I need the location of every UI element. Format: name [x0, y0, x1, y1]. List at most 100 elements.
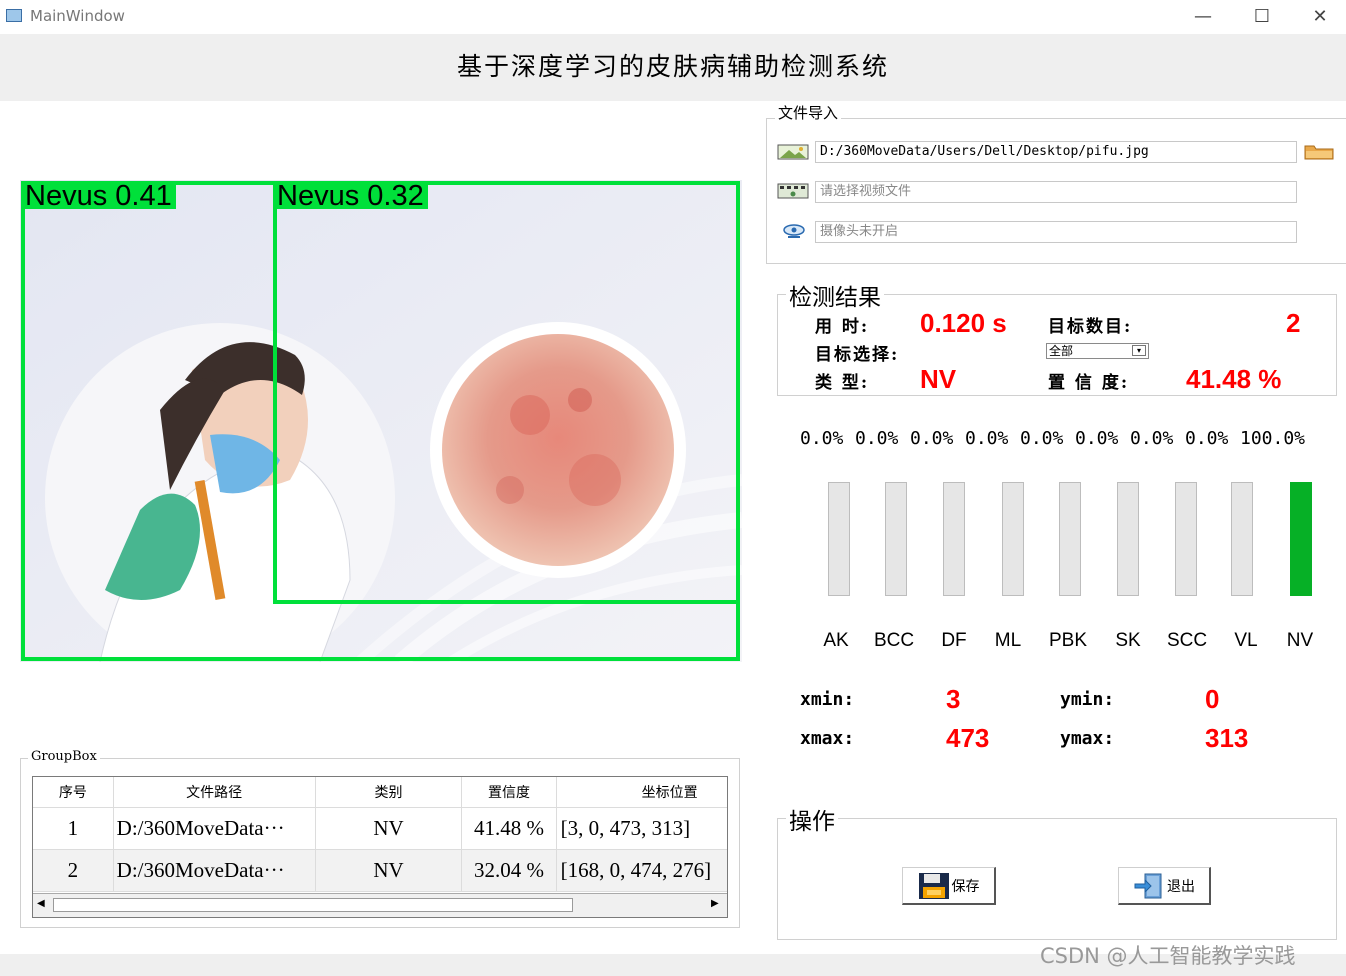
table-cell[interactable]: 32.04 %: [461, 849, 557, 892]
confidence-label: 置 信 度:: [1048, 373, 1130, 393]
table-group-title: GroupBox: [28, 749, 100, 764]
detection-label-2: Nevus 0.32: [273, 182, 428, 211]
operations-group: [777, 818, 1337, 940]
file-import-title: 文件导入: [775, 102, 842, 123]
probability-bar-pbk: [1059, 482, 1081, 596]
table-cell[interactable]: NV: [315, 849, 463, 892]
exit-button[interactable]: 退出: [1118, 867, 1211, 905]
target-count-value: 2: [1286, 308, 1301, 338]
probability-text-ak: 0.0%: [800, 428, 844, 449]
class-label-ml: ML: [994, 630, 1022, 651]
operations-title: 操作: [786, 802, 838, 836]
window-title: MainWindow: [30, 7, 125, 25]
time-value: 0.120 s: [920, 308, 1007, 338]
results-table-container: 序号 文件路径 类别 置信度 坐标位置 1 D:/360MoveData··· …: [32, 776, 728, 918]
class-label-sk: SK: [1115, 630, 1141, 651]
video-path-field[interactable]: 请选择视频文件: [815, 181, 1297, 203]
time-label: 用 时:: [815, 317, 870, 337]
video-icon[interactable]: [777, 183, 809, 203]
probability-bar-vl: [1231, 482, 1253, 596]
probability-text-bcc: 0.0%: [855, 428, 899, 449]
type-label: 类 型:: [815, 373, 870, 393]
table-cell[interactable]: 41.48 %: [461, 807, 557, 850]
class-label-bcc: BCC: [873, 630, 915, 651]
probability-bar-df: [943, 482, 965, 596]
window-titlebar: [0, 0, 1346, 34]
save-icon: [918, 872, 949, 899]
table-cell[interactable]: NV: [315, 807, 463, 850]
maximize-button[interactable]: ☐: [1233, 2, 1291, 32]
probability-bar-scc: [1175, 482, 1197, 596]
app-icon: [6, 9, 22, 22]
xmax-value: 473: [946, 723, 990, 753]
xmax-label: xmax:: [800, 728, 855, 749]
table-cell[interactable]: [3, 0, 473, 313]: [556, 807, 727, 850]
probability-bar-nv: [1290, 482, 1312, 596]
type-value: NV: [920, 364, 957, 394]
probability-text-scc: 0.0%: [1130, 428, 1174, 449]
watermark: CSDN @人工智能教学实践: [1040, 944, 1296, 968]
camera-status-field[interactable]: 摄像头未开启: [815, 221, 1297, 243]
table-header[interactable]: 文件路径: [113, 777, 316, 808]
save-button-label: 保存: [951, 878, 980, 895]
probability-text-df: 0.0%: [910, 428, 954, 449]
image-icon[interactable]: [777, 144, 809, 164]
xmin-value: 3: [946, 684, 961, 714]
results-table: 序号 文件路径 类别 置信度 坐标位置 1 D:/360MoveData··· …: [33, 777, 727, 892]
probability-bar-ml: [1002, 482, 1024, 596]
table-row[interactable]: 1 D:/360MoveData··· NV 41.48 % [3, 0, 47…: [33, 807, 727, 850]
table-header[interactable]: 坐标位置: [556, 777, 727, 808]
table-row[interactable]: 2 D:/360MoveData··· NV 32.04 % [168, 0, …: [33, 849, 727, 892]
save-button[interactable]: 保存: [902, 867, 996, 905]
ymax-value: 313: [1205, 723, 1249, 753]
detection-image: Nevus 0.41 Nevus 0.32: [20, 180, 742, 662]
detection-label-1: Nevus 0.41: [21, 182, 176, 211]
class-label-df: DF: [941, 630, 967, 651]
class-label-nv: NV: [1286, 630, 1314, 651]
probability-text-pbk: 0.0%: [1020, 428, 1064, 449]
ymax-label: ymax:: [1060, 728, 1115, 749]
table-cell[interactable]: D:/360MoveData···: [113, 849, 316, 892]
table-cell[interactable]: [168, 0, 474, 276]: [556, 849, 727, 892]
app-title: 基于深度学习的皮肤病辅助检测系统: [456, 52, 889, 81]
class-probability-panel: 0.0% AK 0.0% BCC 0.0% DF 0.0% ML 0.0% PBK 0.0% SK 0.…: [776, 420, 1336, 660]
confidence-value: 41.48 %: [1186, 364, 1282, 394]
minimize-button[interactable]: —: [1174, 2, 1232, 32]
camera-icon[interactable]: [782, 223, 806, 243]
chevron-down-icon[interactable]: ▾: [1132, 345, 1146, 356]
exit-button-label: 退出: [1167, 878, 1195, 895]
probability-bar-sk: [1117, 482, 1139, 596]
table-cell[interactable]: 1: [33, 807, 114, 850]
probability-text-sk: 0.0%: [1075, 428, 1119, 449]
scroll-left-icon[interactable]: ◀: [37, 898, 45, 909]
target-count-label: 目标数目:: [1048, 317, 1133, 337]
class-label-scc: SCC: [1166, 630, 1208, 651]
probability-bar-bcc: [885, 482, 907, 596]
class-label-pbk: PBK: [1048, 630, 1088, 651]
target-select-value: 全部: [1049, 344, 1074, 358]
close-button[interactable]: ✕: [1291, 2, 1346, 32]
target-select-label: 目标选择:: [815, 345, 900, 365]
class-label-ak: AK: [823, 630, 849, 651]
image-path-field[interactable]: D:/360MoveData/Users/Dell/Desktop/pifu.j…: [815, 141, 1297, 163]
target-select-dropdown[interactable]: 全部 ▾: [1046, 343, 1149, 359]
table-cell[interactable]: D:/360MoveData···: [113, 807, 316, 850]
table-header[interactable]: 序号: [33, 777, 114, 808]
detection-result-title: 检测结果: [786, 278, 884, 312]
probability-text-vl: 0.0%: [1185, 428, 1229, 449]
probability-bar-fill: [1290, 482, 1312, 596]
horizontal-scrollbar[interactable]: ◀ ▶: [33, 893, 727, 917]
ymin-label: ymin:: [1060, 689, 1115, 710]
probability-text-ml: 0.0%: [965, 428, 1009, 449]
exit-icon: [1134, 873, 1162, 898]
scrollbar-thumb[interactable]: [53, 898, 573, 912]
detection-box-2: [273, 181, 740, 604]
table-header[interactable]: 置信度: [461, 777, 557, 808]
scroll-right-icon[interactable]: ▶: [711, 898, 719, 909]
class-label-vl: VL: [1234, 630, 1258, 651]
probability-bar-ak: [828, 482, 850, 596]
table-cell[interactable]: 2: [33, 849, 114, 892]
folder-icon[interactable]: [1303, 142, 1335, 164]
table-header[interactable]: 类别: [315, 777, 463, 808]
ymin-value: 0: [1205, 684, 1220, 714]
